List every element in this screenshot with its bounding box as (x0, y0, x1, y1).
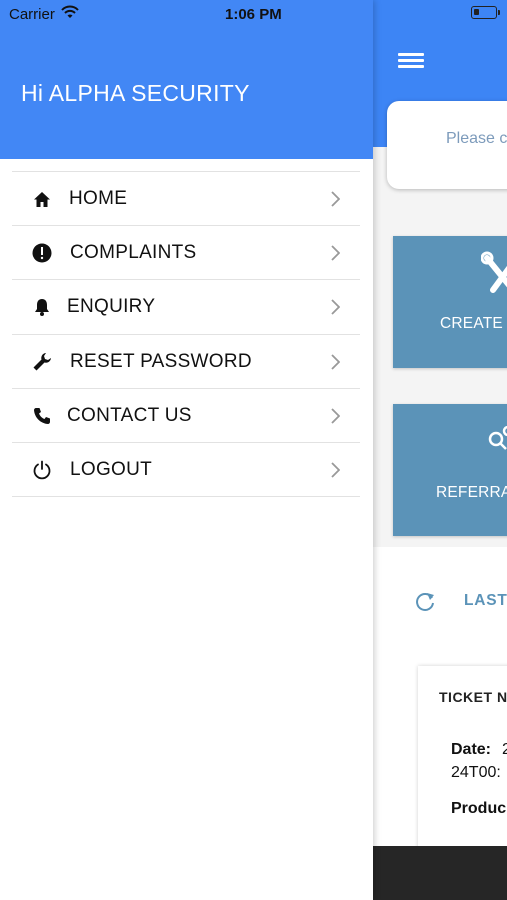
ticket-number: TICKET N (439, 689, 507, 705)
info-icon (31, 242, 53, 264)
chevron-right-icon (331, 353, 340, 370)
bottom-bar (373, 846, 507, 900)
menu-item-label: RESET PASSWORD (70, 350, 252, 372)
ticket-card[interactable]: TICKET N Date: 2 24T00: Produc (418, 666, 507, 856)
ticket-date-value-cont: 24T00: (451, 764, 501, 781)
menu-item-reset-password[interactable]: RESET PASSWORD (12, 335, 360, 389)
last-tickets-label[interactable]: LAST (464, 592, 507, 610)
create-tile-label: CREATE (440, 315, 503, 332)
side-drawer: Carrier 1:06 PM Hi ALPHA SECURITY HOME C… (0, 0, 373, 900)
menu-item-label: COMPLAINTS (70, 242, 197, 264)
menu-item-label: ENQUIRY (67, 296, 156, 318)
hamburger-menu-icon[interactable] (398, 52, 426, 70)
menu-item-home[interactable]: HOME (12, 172, 360, 227)
drawer-menu: HOME COMPLAINTS ENQUIRY RESET PASSWORD C… (12, 171, 360, 498)
refresh-icon[interactable] (415, 590, 437, 612)
bell-icon (31, 296, 53, 318)
ticket-product-label: Produc (451, 800, 507, 817)
menu-item-enquiry[interactable]: ENQUIRY (12, 280, 360, 335)
home-icon (31, 188, 53, 210)
menu-item-complaints[interactable]: COMPLAINTS (12, 226, 360, 281)
menu-item-label: LOGOUT (70, 458, 153, 480)
battery-icon (471, 6, 500, 19)
ticket-date-value: 2 (502, 741, 507, 758)
chevron-right-icon (331, 245, 340, 261)
referral-tile-label: REFERRA (436, 484, 507, 501)
search-placeholder: Please c (446, 130, 507, 147)
main-screen: Please c CREATE REFERRA LAST TICKET N Da… (373, 0, 507, 900)
status-carrier: Carrier (9, 6, 55, 23)
create-tile[interactable]: CREATE (393, 236, 507, 368)
chevron-right-icon (331, 191, 340, 207)
power-icon (31, 459, 53, 481)
tools-icon (481, 251, 507, 293)
search-card[interactable]: Please c (387, 101, 507, 189)
status-time: 1:06 PM (225, 6, 282, 23)
chevron-right-icon (331, 462, 340, 478)
menu-item-label: CONTACT US (67, 404, 192, 426)
referral-tile[interactable]: REFERRA (393, 404, 507, 536)
ticket-date-label: Date: (451, 741, 492, 758)
wifi-icon (61, 5, 79, 18)
share-icon (488, 426, 507, 450)
chevron-right-icon (331, 408, 340, 424)
menu-item-label: HOME (69, 188, 128, 209)
greeting: Hi ALPHA SECURITY (21, 80, 250, 106)
menu-item-logout[interactable]: LOGOUT (12, 443, 360, 498)
phone-icon (31, 405, 53, 427)
menu-item-contact-us[interactable]: CONTACT US (12, 389, 360, 443)
wrench-icon (31, 351, 53, 373)
main-content: Please c CREATE REFERRA LAST TICKET N Da… (373, 101, 507, 856)
chevron-right-icon (331, 299, 340, 316)
drawer-header: Carrier 1:06 PM Hi ALPHA SECURITY (0, 0, 373, 159)
